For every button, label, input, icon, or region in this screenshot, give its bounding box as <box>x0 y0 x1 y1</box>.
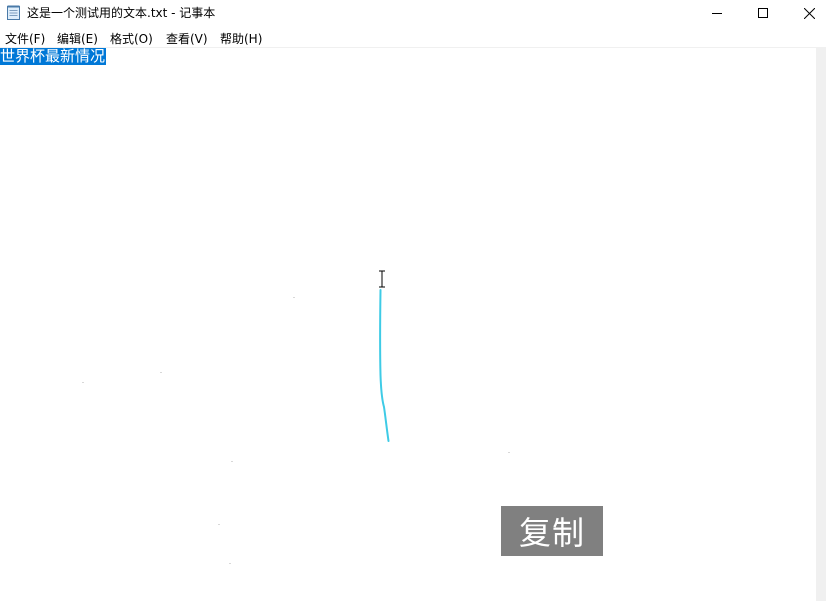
vertical-scrollbar[interactable] <box>816 48 826 601</box>
dust-speck <box>218 524 220 525</box>
menu-view[interactable]: 查看(V) <box>166 30 208 47</box>
menu-help[interactable]: 帮助(H) <box>220 30 262 47</box>
close-icon <box>803 7 815 19</box>
minimize-icon <box>712 13 722 14</box>
notepad-icon <box>7 5 20 20</box>
dust-speck <box>82 382 84 383</box>
menu-bar: 文件(F) 编辑(E) 格式(O) 查看(V) 帮助(H) <box>0 28 826 48</box>
menu-format[interactable]: 格式(O) <box>110 30 153 47</box>
title-bar[interactable]: 这是一个测试用的文本.txt - 记事本 <box>0 0 826 26</box>
dust-speck <box>231 461 233 462</box>
dust-speck <box>293 297 295 298</box>
text-editor-area[interactable]: 世界杯最新情况 <box>0 48 816 601</box>
notepad-window: 这是一个测试用的文本.txt - 记事本 文件(F) 编辑(E) 格式(O) 查… <box>0 0 826 601</box>
dust-speck <box>160 372 162 373</box>
menu-file[interactable]: 文件(F) <box>5 30 45 47</box>
maximize-button[interactable] <box>740 0 786 26</box>
menu-edit[interactable]: 编辑(E) <box>57 30 98 47</box>
pen-stroke <box>379 289 390 442</box>
minimize-button[interactable] <box>694 0 740 26</box>
selected-text[interactable]: 世界杯最新情况 <box>0 48 107 65</box>
window-title: 这是一个测试用的文本.txt - 记事本 <box>27 6 216 20</box>
scrollbar-thumb[interactable] <box>817 50 825 110</box>
copy-overlay-label: 复制 <box>501 506 603 556</box>
dust-speck <box>229 563 231 564</box>
close-button[interactable] <box>786 0 826 26</box>
dust-speck <box>508 452 510 453</box>
maximize-icon <box>758 8 768 18</box>
